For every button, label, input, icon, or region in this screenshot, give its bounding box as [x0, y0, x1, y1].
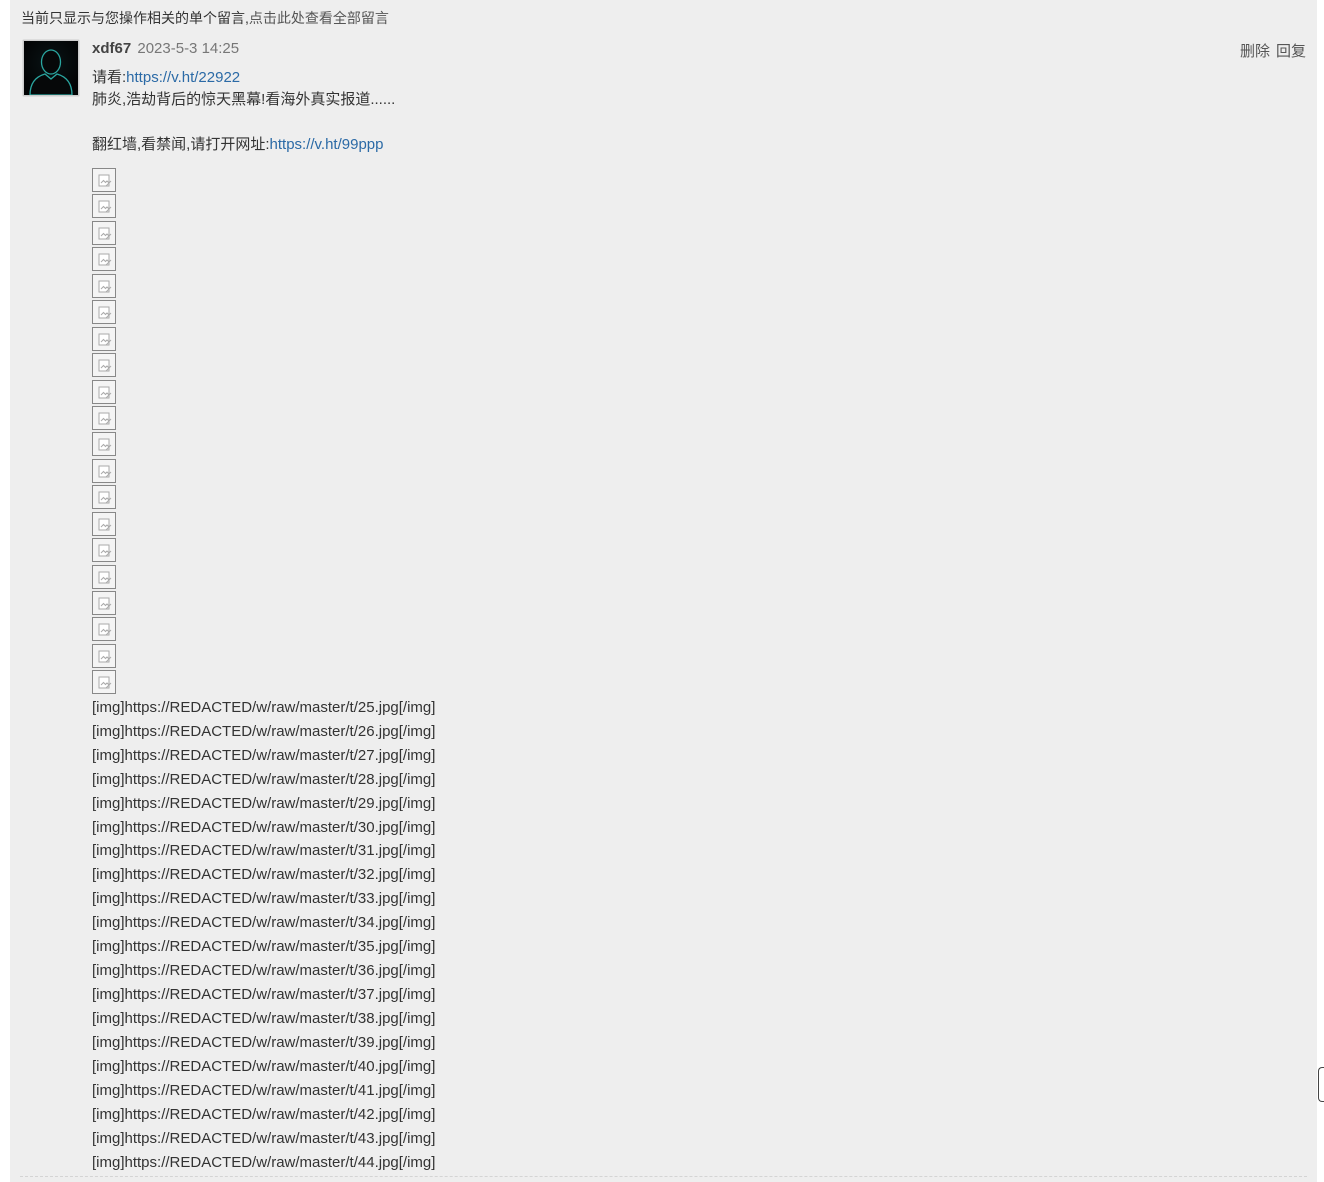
bbcode-image-lines: [img]https://REDACTED/w/raw/master/t/25.… [92, 697, 435, 1175]
view-all-comments-link[interactable]: 点击此处查看全部留言 [249, 10, 389, 26]
bbcode-line: [img]https://REDACTED/w/raw/master/t/30.… [92, 818, 436, 836]
bbcode-line: [img]https://REDACTED/w/raw/master/t/31.… [92, 842, 436, 860]
broken-image-icon [92, 405, 116, 430]
broken-image-icon [92, 247, 116, 272]
comment-date: 2023-5-3 14:25 [137, 40, 240, 57]
bbcode-line: [img]https://REDACTED/w/raw/master/t/29.… [92, 794, 436, 812]
broken-image-icon [92, 379, 116, 404]
default-user-silhouette-icon [24, 41, 78, 95]
bbcode-line: [img]https://REDACTED/w/raw/master/t/26.… [92, 722, 436, 740]
broken-image-icon [92, 538, 116, 563]
avatar[interactable] [23, 40, 79, 96]
broken-image-icon [92, 300, 116, 325]
broken-image-icon [92, 326, 116, 351]
bbcode-line: [img]https://REDACTED/w/raw/master/t/35.… [92, 938, 436, 956]
bbcode-line: [img]https://REDACTED/w/raw/master/t/34.… [92, 914, 436, 932]
broken-image-icon [92, 432, 116, 457]
bbcode-line: [img]https://REDACTED/w/raw/master/t/44.… [92, 1153, 436, 1171]
broken-image-icon [92, 564, 116, 589]
broken-image-icon [92, 670, 116, 695]
comment-line-3: 翻红墙,看禁闻,请打开网址:https://v.ht/99ppp [92, 134, 435, 156]
broken-image-icon [92, 220, 116, 245]
comment-author[interactable]: xdf67 [92, 40, 131, 57]
comment-divider [20, 1176, 1307, 1177]
comment-header: xdf67 2023-5-3 14:25 [92, 40, 239, 57]
notice-text: 当前只显示与您操作相关的单个留言, [21, 10, 249, 26]
broken-image-icon [92, 511, 116, 536]
bbcode-line: [img]https://REDACTED/w/raw/master/t/40.… [92, 1058, 436, 1076]
comment-link-2[interactable]: https://v.ht/99ppp [270, 136, 384, 153]
broken-image-icon [92, 273, 116, 298]
broken-image-icon [92, 458, 116, 483]
broken-image-icon [92, 168, 116, 192]
bbcode-line: [img]https://REDACTED/w/raw/master/t/41.… [92, 1082, 436, 1099]
comment-link-1[interactable]: https://v.ht/22922 [126, 69, 240, 86]
single-comment-notice: 当前只显示与您操作相关的单个留言,点击此处查看全部留言 [21, 8, 389, 28]
comment-line-1: 请看:https://v.ht/22922 [92, 67, 435, 89]
comment-panel: 当前只显示与您操作相关的单个留言,点击此处查看全部留言 xdf67 2023-5… [10, 0, 1317, 1182]
broken-image-icon [92, 617, 116, 642]
scroll-handle[interactable] [1318, 1067, 1324, 1102]
bbcode-line: [img]https://REDACTED/w/raw/master/t/37.… [92, 986, 436, 1004]
broken-image-icon [92, 485, 116, 510]
bbcode-line: [img]https://REDACTED/w/raw/master/t/43.… [92, 1129, 436, 1147]
bbcode-line: [img]https://REDACTED/w/raw/master/t/39.… [92, 1034, 436, 1052]
broken-image-icon [92, 194, 116, 219]
comment-body: 请看:https://v.ht/22922 肺炎,浩劫背后的惊天黑幕!看海外真实… [92, 67, 435, 1175]
bbcode-line: [img]https://REDACTED/w/raw/master/t/33.… [92, 890, 436, 908]
bbcode-line: [img]https://REDACTED/w/raw/master/t/36.… [92, 962, 436, 980]
bbcode-line: [img]https://REDACTED/w/raw/master/t/42.… [92, 1105, 436, 1123]
broken-image-icon [92, 353, 116, 378]
bbcode-line: [img]https://REDACTED/w/raw/master/t/28.… [92, 770, 436, 788]
broken-image-icon [92, 643, 116, 668]
delete-button[interactable]: 删除 [1240, 43, 1270, 60]
broken-image-icon [92, 591, 116, 615]
bbcode-line: [img]https://REDACTED/w/raw/master/t/27.… [92, 746, 436, 764]
comment-line-2: 肺炎,浩劫背后的惊天黑幕!看海外真实报道...... [92, 91, 396, 108]
bbcode-line: [img]https://REDACTED/w/raw/master/t/25.… [92, 698, 436, 716]
bbcode-line: [img]https://REDACTED/w/raw/master/t/32.… [92, 866, 436, 884]
reply-button[interactable]: 回复 [1276, 43, 1306, 60]
broken-image-list [92, 168, 435, 695]
bbcode-line: [img]https://REDACTED/w/raw/master/t/38.… [92, 1010, 436, 1028]
comment-actions: 删除 回复 [1240, 40, 1306, 61]
line3-prefix: 翻红墙,看禁闻,请打开网址: [92, 136, 270, 153]
line1-prefix: 请看: [92, 69, 127, 86]
